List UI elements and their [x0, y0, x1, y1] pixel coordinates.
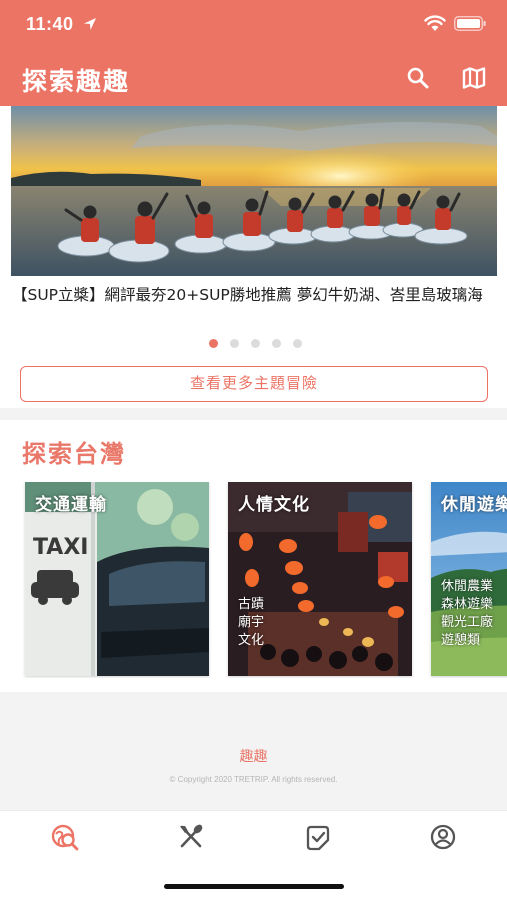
- category-tag: 遊憩類: [441, 633, 481, 648]
- category-tag: 廟宇: [238, 615, 265, 630]
- copyright-text: © Copyright 2020 TRETRIP. All rights res…: [169, 775, 338, 784]
- checklist-icon[interactable]: [303, 822, 333, 852]
- category-card-title: 交通運輸: [35, 495, 107, 515]
- carousel-dot[interactable]: [251, 339, 260, 348]
- category-card-tags: 休閒農業 森林遊樂 觀光工廠 遊憩類: [441, 578, 493, 650]
- banner-carousel[interactable]: [11, 106, 497, 276]
- home-indicator: [164, 884, 344, 889]
- page-title: 探索趣趣: [22, 67, 131, 96]
- section-divider: [0, 408, 507, 420]
- category-card-leisure[interactable]: 休閒遊樂 休閒農業 森林遊樂 觀光工廠 遊憩類: [431, 482, 507, 676]
- category-card-culture[interactable]: 人情文化 古蹟 廟宇 文化: [228, 482, 412, 676]
- carousel-dot[interactable]: [230, 339, 239, 348]
- carousel-dot[interactable]: [293, 339, 302, 348]
- search-icon[interactable]: [404, 64, 432, 92]
- category-tag: 觀光工廠: [441, 615, 494, 630]
- section-title-explore-taiwan: 探索台灣: [22, 440, 126, 468]
- category-card-tags: 古蹟 廟宇 文化: [238, 596, 264, 650]
- banner-caption[interactable]: 【SUP立槳】網評最夯20+SUP勝地推薦 夢幻牛奶湖、峇里島玻璃海: [12, 284, 498, 307]
- category-tag: 森林遊樂: [441, 597, 494, 612]
- location-arrow-icon: [84, 18, 96, 30]
- wifi-icon: [424, 15, 446, 31]
- category-carousel[interactable]: TAXI 交通運輸 人情文化 古蹟 廟宇 文化 休閒遊樂 休閒農業 森林遊樂 觀…: [0, 482, 507, 678]
- food-icon[interactable]: [176, 822, 206, 852]
- map-icon[interactable]: [460, 64, 488, 92]
- category-tag: 休閒農業: [441, 579, 494, 594]
- category-tag: 古蹟: [238, 597, 265, 612]
- category-tag: 文化: [238, 633, 265, 648]
- category-card-title: 人情文化: [238, 495, 310, 515]
- status-time: 11:40: [26, 14, 74, 34]
- category-card-transport[interactable]: TAXI 交通運輸: [25, 482, 209, 676]
- carousel-dot[interactable]: [209, 339, 218, 348]
- footer-brand: 趣趣: [239, 749, 268, 765]
- category-card-title: 休閒遊樂: [441, 495, 507, 515]
- battery-icon: [454, 16, 486, 31]
- svg-text:TAXI: TAXI: [33, 535, 88, 560]
- banner-image: [11, 106, 497, 276]
- profile-icon[interactable]: [428, 822, 458, 852]
- carousel-dot[interactable]: [272, 339, 281, 348]
- status-bar: 11:40: [0, 0, 507, 50]
- explore-icon[interactable]: [50, 822, 80, 852]
- more-themes-button[interactable]: 查看更多主題冒險: [20, 366, 488, 402]
